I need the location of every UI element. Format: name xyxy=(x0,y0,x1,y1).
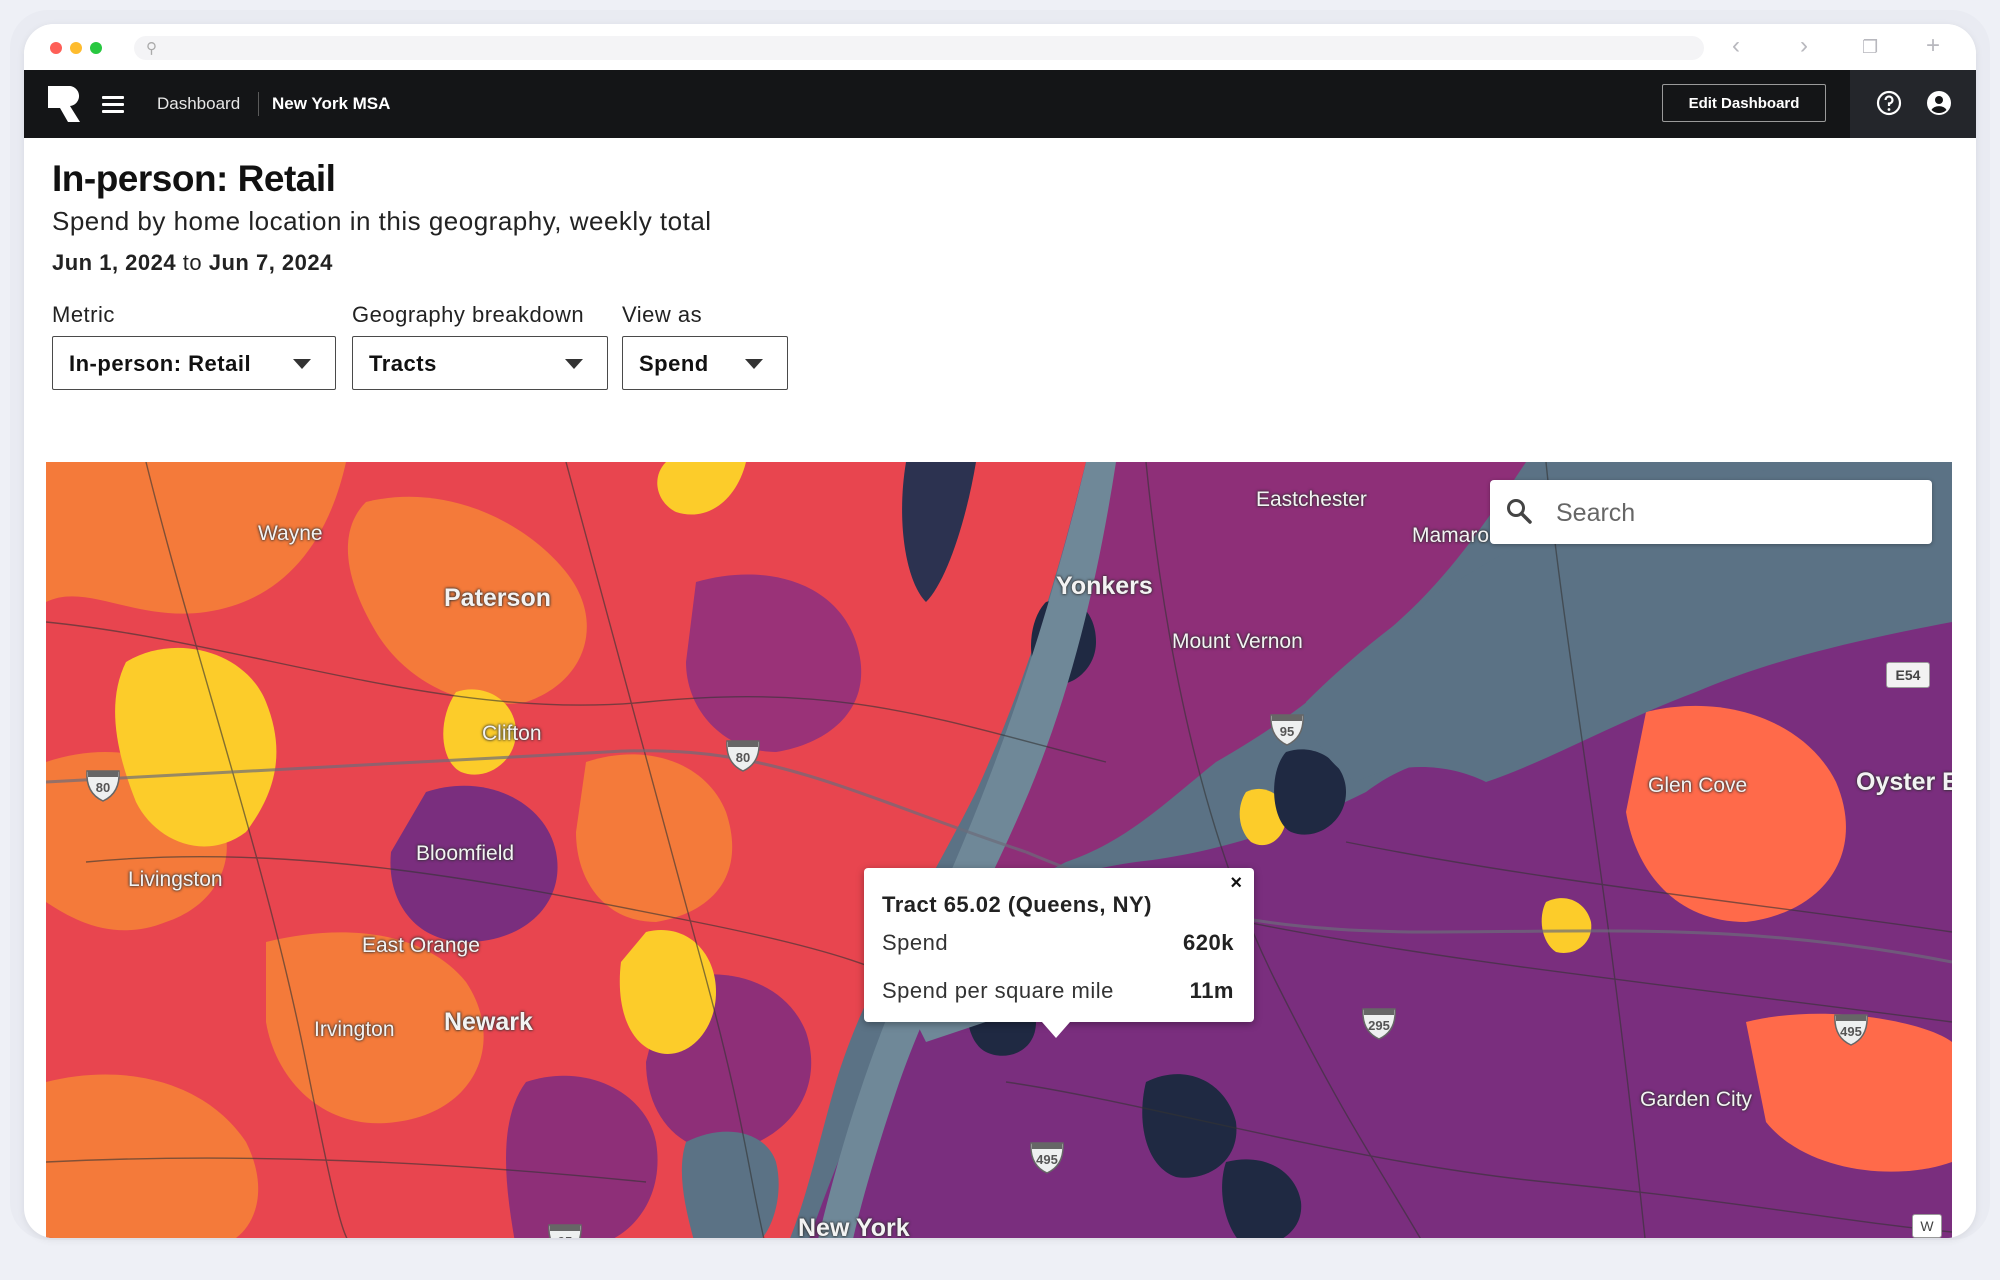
geography-label: Geography breakdown xyxy=(352,302,585,327)
interstate-shield-icon: 95 xyxy=(546,1222,584,1238)
breadcrumb-dashboard[interactable]: Dashboard xyxy=(157,94,240,114)
close-icon[interactable]: × xyxy=(1230,872,1242,895)
menu-icon[interactable] xyxy=(102,96,124,113)
interstate-shield-icon: 80 xyxy=(724,738,762,772)
tooltip-row-value: 11m xyxy=(1189,978,1234,1003)
place-label-mount-vernon: Mount Vernon xyxy=(1172,630,1303,653)
place-label-livingston: Livingston xyxy=(128,868,223,891)
interstate-shield-icon: 95 xyxy=(1268,712,1306,746)
geography-value: Tracts xyxy=(369,351,437,376)
date-range: Jun 1, 2024 to Jun 7, 2024 xyxy=(52,250,333,276)
metric-value: In-person: Retail xyxy=(69,351,252,376)
search-icon xyxy=(1507,499,1532,524)
chevron-down-icon xyxy=(565,359,583,369)
new-tab-icon[interactable]: + xyxy=(1926,32,1940,60)
help-icon[interactable] xyxy=(1876,90,1902,116)
shield-number: 495 xyxy=(1036,1152,1058,1167)
tooltip-title: Tract 65.02 (Queens, NY) xyxy=(882,892,1152,917)
place-label-wayne: Wayne xyxy=(258,522,323,545)
route-e54-badge: E54 xyxy=(1886,662,1930,688)
tooltip-row-label: Spend xyxy=(882,930,949,955)
shield-number: 95 xyxy=(1279,724,1295,739)
place-label-oyster-bay: Oyster E xyxy=(1856,768,1952,796)
shield-number: 80 xyxy=(95,780,111,795)
shield-number: 295 xyxy=(1368,1018,1390,1033)
place-label-new-york: New York xyxy=(798,1214,910,1238)
place-label-mamaroneck: Mamaro xyxy=(1412,524,1490,547)
maximize-window-button[interactable] xyxy=(90,42,102,54)
address-bar[interactable]: ⚲ xyxy=(134,36,1704,60)
chevron-down-icon xyxy=(293,359,311,369)
interstate-shield-icon: 495 xyxy=(1832,1012,1870,1046)
browser-titlebar: ⚲ ‹ › ❐ + xyxy=(24,24,1976,70)
map-search[interactable] xyxy=(1490,480,1932,544)
page-title: In-person: Retail xyxy=(52,158,336,199)
back-icon[interactable]: ‹ xyxy=(1732,32,1740,60)
shield-number: 80 xyxy=(735,750,751,765)
tooltip-row-value: 620k xyxy=(1183,930,1234,955)
breadcrumb-separator xyxy=(258,92,259,116)
view-as-label: View as xyxy=(622,302,703,327)
place-label-newark: Newark xyxy=(444,1008,533,1036)
edit-dashboard-button[interactable]: Edit Dashboard xyxy=(1662,84,1826,122)
place-label-yonkers: Yonkers xyxy=(1056,572,1153,600)
browser-window: ⚲ ‹ › ❐ + Dashboard New York MSA Edit Da… xyxy=(24,24,1976,1238)
tract-tooltip: × Tract 65.02 (Queens, NY) Spend 620k Sp… xyxy=(864,868,1254,1038)
search-input[interactable] xyxy=(1554,492,1918,534)
interstate-shield-icon: 80 xyxy=(84,768,122,802)
date-to: to xyxy=(182,250,203,275)
chevron-down-icon xyxy=(745,359,763,369)
place-label-paterson: Paterson xyxy=(444,584,551,612)
interstate-shield-icon: 295 xyxy=(1360,1006,1398,1040)
place-label-irvington: Irvington xyxy=(314,1018,395,1041)
search-icon: ⚲ xyxy=(146,40,157,57)
metric-select[interactable]: In-person: Retail xyxy=(52,336,336,390)
page-subtitle: Spend by home location in this geography… xyxy=(52,206,712,236)
header-icon-area xyxy=(1850,70,1976,138)
map-canvas[interactable] xyxy=(46,462,1952,1238)
place-label-eastchester: Eastchester xyxy=(1256,488,1367,511)
choropleth-map[interactable]: Wayne Paterson Clifton Bloomfield Living… xyxy=(46,462,1952,1238)
map-attribution-badge[interactable]: W xyxy=(1912,1214,1942,1238)
close-window-button[interactable] xyxy=(50,42,62,54)
shield-number: 95 xyxy=(546,1234,584,1238)
app-header: Dashboard New York MSA Edit Dashboard xyxy=(24,70,1976,138)
view-as-select[interactable]: Spend xyxy=(622,336,788,390)
geography-select[interactable]: Tracts xyxy=(352,336,608,390)
place-label-garden-city: Garden City xyxy=(1640,1088,1753,1111)
date-start: Jun 1, 2024 xyxy=(52,250,177,275)
tooltip-row-label: Spend per square mile xyxy=(882,978,1114,1003)
place-label-glen-cove: Glen Cove xyxy=(1648,774,1748,797)
user-account-icon[interactable] xyxy=(1926,90,1952,116)
tabs-icon[interactable]: ❐ xyxy=(1862,37,1878,58)
interstate-shield-icon: 495 xyxy=(1028,1140,1066,1174)
breadcrumb-current: New York MSA xyxy=(272,94,391,113)
metric-label: Metric xyxy=(52,302,115,327)
view-as-value: Spend xyxy=(639,351,709,376)
date-end: Jun 7, 2024 xyxy=(208,250,333,275)
shield-number: 495 xyxy=(1840,1024,1862,1039)
place-label-east-orange: East Orange xyxy=(362,934,480,957)
place-label-bloomfield: Bloomfield xyxy=(416,842,515,865)
forward-icon[interactable]: › xyxy=(1800,32,1808,60)
brand-logo-icon[interactable] xyxy=(48,86,82,122)
place-label-clifton: Clifton xyxy=(482,722,542,745)
minimize-window-button[interactable] xyxy=(70,42,82,54)
